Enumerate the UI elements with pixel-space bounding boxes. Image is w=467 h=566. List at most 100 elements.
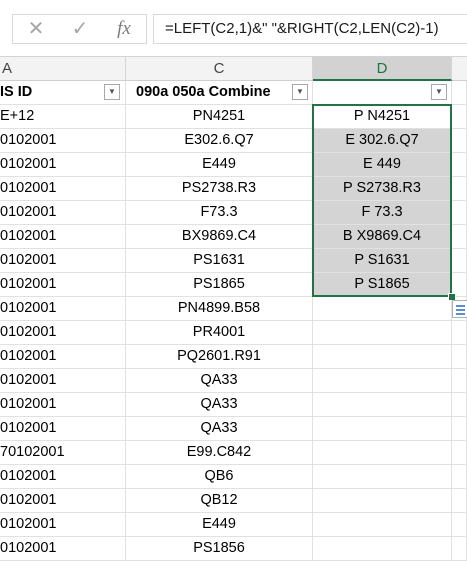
header-label-c: 090a 050a Combine	[136, 84, 271, 100]
cell-a[interactable]: 0102001	[0, 297, 126, 321]
cell-a[interactable]: 70102001	[0, 441, 126, 465]
filter-dropdown-icon[interactable]: ▼	[292, 84, 308, 100]
filter-dropdown-icon[interactable]: ▼	[431, 84, 447, 100]
cell-c[interactable]: QA33	[126, 369, 313, 393]
cell-d[interactable]: P S1631	[313, 249, 452, 273]
cell-e[interactable]	[452, 153, 467, 177]
cell-c[interactable]: PS1865	[126, 273, 313, 297]
insert-function-icon[interactable]: fx	[109, 15, 139, 43]
cell-a[interactable]: 0102001	[0, 273, 126, 297]
enter-icon[interactable]: ✓	[65, 15, 95, 43]
filter-dropdown-icon[interactable]: ▼	[104, 84, 120, 100]
cell-e[interactable]	[452, 129, 467, 153]
cell-e[interactable]	[452, 225, 467, 249]
column-header-a[interactable]: A	[0, 57, 126, 81]
cell-a[interactable]: 0102001	[0, 129, 126, 153]
cell-d[interactable]: B X9869.C4	[313, 225, 452, 249]
header-cell-c[interactable]: 090a 050a Combine ▼	[126, 81, 313, 105]
cell-d[interactable]	[313, 537, 452, 561]
cell-e[interactable]	[452, 465, 467, 489]
cell-d[interactable]	[313, 513, 452, 537]
header-cell-d[interactable]: ▼	[313, 81, 452, 105]
cell-c[interactable]: QB12	[126, 489, 313, 513]
cell-a[interactable]: 0102001	[0, 201, 126, 225]
cell-a[interactable]: 0102001	[0, 177, 126, 201]
cell-e[interactable]	[452, 177, 467, 201]
cell-c[interactable]: E449	[126, 513, 313, 537]
cell-e[interactable]	[452, 105, 467, 129]
cell-e[interactable]	[452, 201, 467, 225]
table-row: 0102001 E449	[0, 513, 467, 537]
cell-c[interactable]: PS2738.R3	[126, 177, 313, 201]
cell-d[interactable]	[313, 465, 452, 489]
cell-c[interactable]: F73.3	[126, 201, 313, 225]
cell-e[interactable]	[452, 537, 467, 561]
cell-c[interactable]: E302.6.Q7	[126, 129, 313, 153]
column-header-d[interactable]: D	[313, 57, 452, 81]
cell-a[interactable]: 0102001	[0, 345, 126, 369]
cell-c[interactable]: PR4001	[126, 321, 313, 345]
cell-a[interactable]: 0102001	[0, 537, 126, 561]
cell-d[interactable]	[313, 489, 452, 513]
cell-e[interactable]	[452, 489, 467, 513]
cell-a[interactable]: 0102001	[0, 465, 126, 489]
cell-d[interactable]	[313, 321, 452, 345]
cell-a[interactable]: 0102001	[0, 513, 126, 537]
cell-c[interactable]: QA33	[126, 393, 313, 417]
cell-d[interactable]: P S2738.R3	[313, 177, 452, 201]
cell-c[interactable]: BX9869.C4	[126, 225, 313, 249]
column-header-e[interactable]	[452, 57, 467, 81]
cell-d[interactable]: F 73.3	[313, 201, 452, 225]
cell-d[interactable]	[313, 345, 452, 369]
column-header-c[interactable]: C	[126, 57, 313, 81]
cell-d[interactable]	[313, 417, 452, 441]
cell-d[interactable]	[313, 441, 452, 465]
cell-d[interactable]: E 302.6.Q7	[313, 129, 452, 153]
table-row: 0102001 PS1631 P S1631	[0, 249, 467, 273]
cell-a[interactable]: E+12	[0, 105, 126, 129]
cell-a[interactable]: 0102001	[0, 321, 126, 345]
table-row: 0102001 PN4899.B58	[0, 297, 467, 321]
cell-e[interactable]	[452, 369, 467, 393]
formula-input[interactable]: =LEFT(C2,1)&" "&RIGHT(C2,LEN(C2)-1)	[153, 14, 467, 44]
cell-c[interactable]: QA33	[126, 417, 313, 441]
cancel-icon[interactable]: ✕	[21, 15, 51, 43]
cell-d[interactable]	[313, 369, 452, 393]
cell-d[interactable]: P S1865	[313, 273, 452, 297]
table-row: 0102001 PR4001	[0, 321, 467, 345]
cell-e[interactable]	[452, 513, 467, 537]
cell-d[interactable]	[313, 297, 452, 321]
cell-c[interactable]: E99.C842	[126, 441, 313, 465]
table-row: 70102001 E99.C842	[0, 441, 467, 465]
cell-a[interactable]: 0102001	[0, 393, 126, 417]
cell-c[interactable]: PN4899.B58	[126, 297, 313, 321]
cell-c[interactable]: QB6	[126, 465, 313, 489]
cell-c[interactable]: PS1631	[126, 249, 313, 273]
cell-d[interactable]	[313, 393, 452, 417]
cell-a[interactable]: 0102001	[0, 153, 126, 177]
cell-c[interactable]: PS1856	[126, 537, 313, 561]
cell-a[interactable]: 0102001	[0, 489, 126, 513]
cell-c[interactable]: PN4251	[126, 105, 313, 129]
cell-d[interactable]: P N4251	[313, 105, 452, 129]
cell-e[interactable]	[452, 345, 467, 369]
header-cell-a[interactable]: IS ID ▼	[0, 81, 126, 105]
table-row: 0102001 PS2738.R3 P S2738.R3	[0, 177, 467, 201]
cell-c[interactable]: PQ2601.R91	[126, 345, 313, 369]
cell-a[interactable]: 0102001	[0, 417, 126, 441]
cell-a[interactable]: 0102001	[0, 225, 126, 249]
cell-c[interactable]: E449	[126, 153, 313, 177]
table-row: 0102001 BX9869.C4 B X9869.C4	[0, 225, 467, 249]
cell-e[interactable]	[452, 393, 467, 417]
quick-analysis-icon[interactable]	[452, 300, 467, 318]
cell-e[interactable]	[452, 417, 467, 441]
table-row: 0102001 QB6	[0, 465, 467, 489]
formula-bar-buttons: ✕ ✓ fx	[12, 14, 147, 44]
cell-e[interactable]	[452, 321, 467, 345]
cell-e[interactable]	[452, 81, 467, 105]
cell-a[interactable]: 0102001	[0, 249, 126, 273]
cell-e[interactable]	[452, 249, 467, 273]
cell-d[interactable]: E 449	[313, 153, 452, 177]
cell-e[interactable]	[452, 441, 467, 465]
cell-a[interactable]: 0102001	[0, 369, 126, 393]
